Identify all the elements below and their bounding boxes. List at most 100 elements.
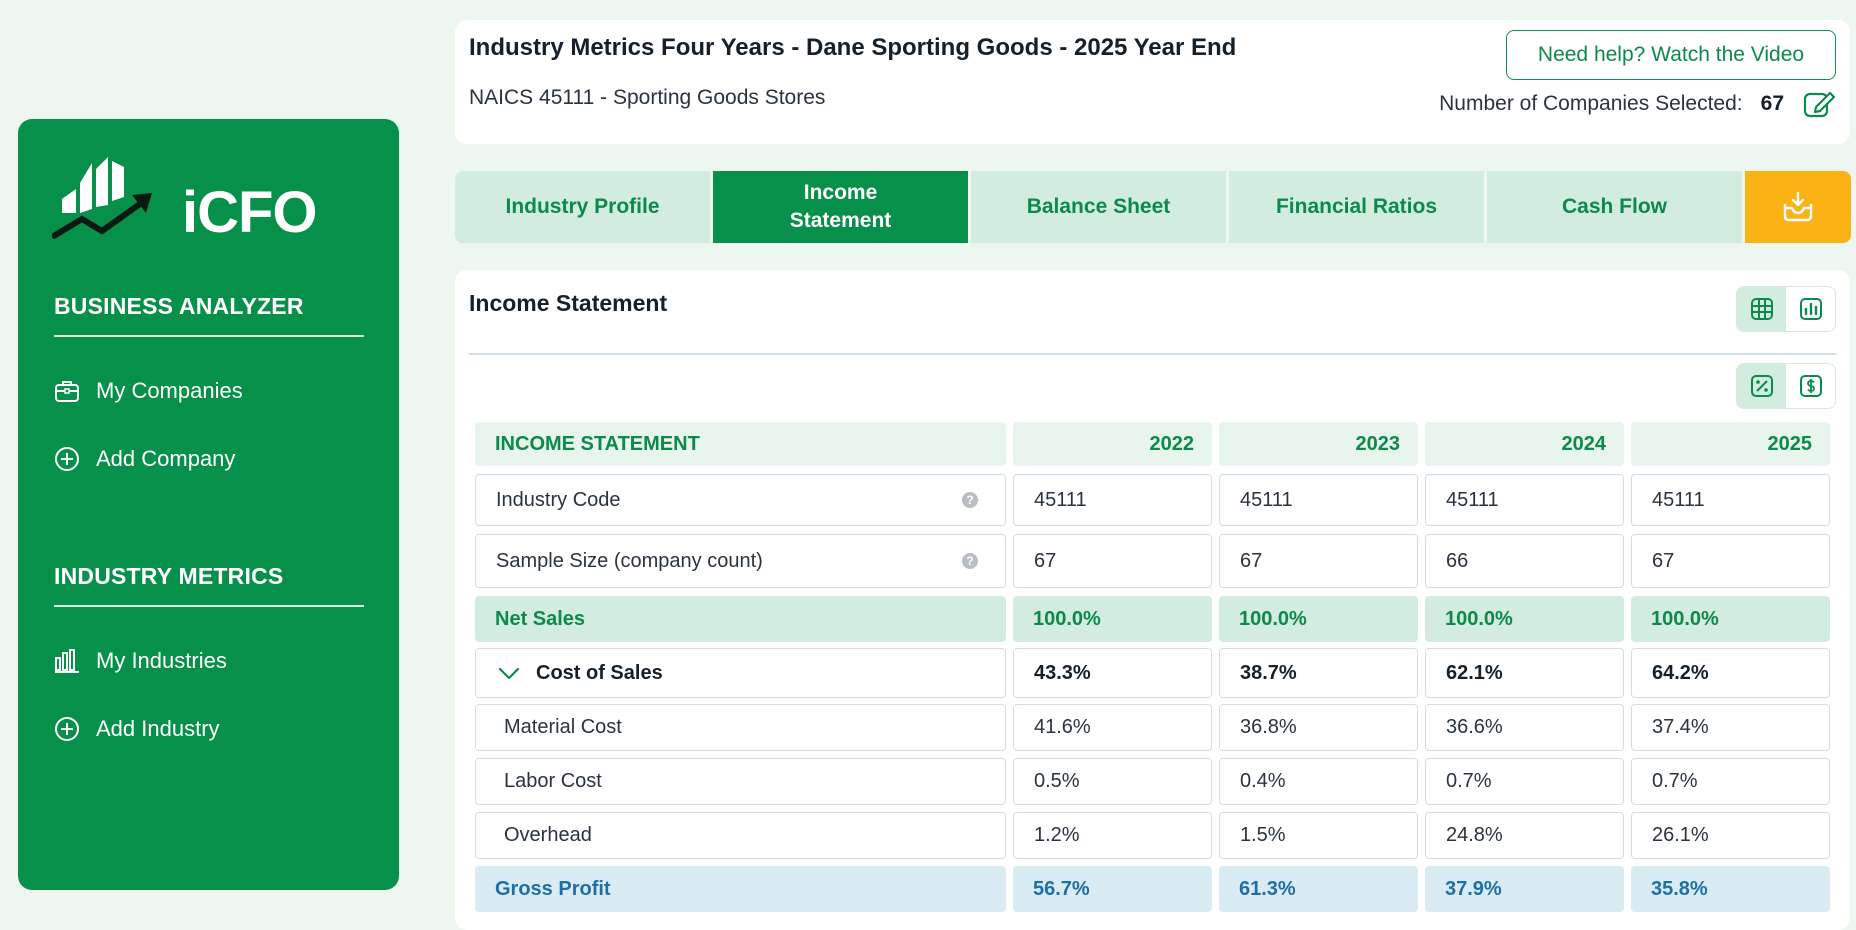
bar-chart-icon (1799, 298, 1822, 320)
nav-add-industry[interactable]: Add Industry (54, 709, 354, 749)
tab-balance-sheet[interactable]: Balance Sheet (971, 171, 1226, 243)
table-row-net-sales: Net Sales 100.0% 100.0% 100.0% 100.0% (475, 596, 1830, 642)
value-cell: 1.5% (1219, 812, 1418, 859)
table-row: Material Cost 41.6% 36.8% 36.6% 37.4% (475, 704, 1830, 751)
tab-financial-ratios[interactable]: Financial Ratios (1229, 171, 1484, 243)
value-cell: 36.6% (1425, 704, 1624, 751)
value-cell: 35.8% (1631, 866, 1830, 912)
briefcase-icon (55, 381, 79, 402)
income-statement-card: Income Statement INCOME STATEMENT 2022 2… (455, 270, 1850, 930)
column-header-year: 2022 (1013, 422, 1212, 466)
help-icon[interactable]: ? (961, 552, 979, 570)
table-row: Overhead 1.2% 1.5% 24.8% 26.1% (475, 812, 1830, 859)
value-cell: 66 (1425, 534, 1624, 588)
percent-icon (1750, 375, 1773, 397)
value-cell: 67 (1219, 534, 1418, 588)
value-cell: 37.9% (1425, 866, 1624, 912)
row-label: Labor Cost (475, 758, 1006, 805)
nav-label: My Industries (96, 648, 227, 673)
dollar-view-button[interactable] (1786, 364, 1835, 408)
companies-selected-label: Number of Companies Selected: (1439, 92, 1743, 115)
value-cell: 0.5% (1013, 758, 1212, 805)
dollar-icon (1799, 375, 1822, 397)
column-header: INCOME STATEMENT (475, 422, 1006, 466)
value-cell: 100.0% (1013, 596, 1212, 642)
nav-my-companies[interactable]: My Companies (54, 371, 354, 411)
value-cell: 45111 (1425, 474, 1624, 526)
percent-view-button[interactable] (1737, 364, 1786, 408)
svg-text:?: ? (966, 554, 973, 568)
value-cell: 45111 (1219, 474, 1418, 526)
sidebar: iCFO BUSINESS ANALYZER My Companies Add … (18, 119, 399, 890)
chevron-down-icon[interactable] (496, 660, 522, 686)
header-card: Industry Metrics Four Years - Dane Sport… (455, 20, 1850, 144)
value-cell: 36.8% (1219, 704, 1418, 751)
help-icon[interactable]: ? (961, 491, 979, 509)
tab-cash-flow[interactable]: Cash Flow (1487, 171, 1742, 243)
companies-selected: Number of Companies Selected: 67 (1439, 84, 1836, 124)
help-video-button[interactable]: Need help? Watch the Video (1506, 30, 1836, 80)
section-title: Income Statement (469, 290, 668, 316)
nav-label: Add Company (96, 446, 236, 471)
value-cell: 43.3% (1013, 648, 1212, 698)
value-cell: 38.7% (1219, 648, 1418, 698)
value-cell: 26.1% (1631, 812, 1830, 859)
row-label[interactable]: Cost of Sales (475, 648, 1006, 698)
nav-add-company[interactable]: Add Company (54, 439, 354, 479)
report-tabs: Industry Profile Income Statement Balanc… (455, 171, 1851, 243)
column-header-year: 2024 (1425, 422, 1624, 466)
nav-label: Add Industry (96, 716, 220, 741)
download-icon (1783, 191, 1813, 222)
value-cell: 45111 (1631, 474, 1830, 526)
companies-selected-count: 67 (1760, 92, 1784, 115)
value-cell: 37.4% (1631, 704, 1830, 751)
section-divider (54, 335, 364, 337)
section-divider (469, 353, 1836, 355)
nav-my-industries[interactable]: My Industries (54, 641, 354, 681)
value-cell: 0.7% (1631, 758, 1830, 805)
row-label: Material Cost (475, 704, 1006, 751)
view-toggle (1736, 286, 1836, 332)
section-title-business-analyzer: BUSINESS ANALYZER (54, 293, 304, 319)
row-label: Industry Code ? (475, 474, 1006, 526)
nav-label: My Companies (96, 378, 243, 403)
row-label-text: Industry Code (496, 488, 621, 511)
plus-circle-icon (55, 717, 79, 741)
value-cell: 0.7% (1425, 758, 1624, 805)
value-cell: 62.1% (1425, 648, 1624, 698)
value-cell: 56.7% (1013, 866, 1212, 912)
edit-icon[interactable] (1802, 87, 1836, 121)
table-row-cost-of-sales: Cost of Sales 43.3% 38.7% 62.1% 64.2% (475, 648, 1830, 698)
value-cell: 67 (1631, 534, 1830, 588)
value-cell: 64.2% (1631, 648, 1830, 698)
icfo-logo[interactable]: iCFO (50, 139, 318, 245)
table-header-row: INCOME STATEMENT 2022 2023 2024 2025 (475, 422, 1830, 466)
tab-industry-profile[interactable]: Industry Profile (455, 171, 710, 243)
table-view-button[interactable] (1737, 287, 1786, 331)
svg-text:?: ? (966, 493, 973, 507)
value-cell: 100.0% (1219, 596, 1418, 642)
unit-toggle (1736, 363, 1836, 409)
logo-text: iCFO (182, 180, 318, 245)
value-cell: 41.6% (1013, 704, 1212, 751)
column-header-year: 2025 (1631, 422, 1830, 466)
section-divider (54, 605, 364, 607)
table-row-gross-profit: Gross Profit 56.7% 61.3% 37.9% 35.8% (475, 866, 1830, 912)
bar-chart-icon (55, 649, 79, 673)
row-label: Gross Profit (475, 866, 1006, 912)
column-header-year: 2023 (1219, 422, 1418, 466)
value-cell: 61.3% (1219, 866, 1418, 912)
logo-chart-icon (50, 157, 152, 240)
value-cell: 24.8% (1425, 812, 1624, 859)
value-cell: 67 (1013, 534, 1212, 588)
value-cell: 45111 (1013, 474, 1212, 526)
chart-view-button[interactable] (1786, 287, 1835, 331)
tab-income-statement[interactable]: Income Statement (713, 171, 968, 243)
section-title-industry-metrics: INDUSTRY METRICS (54, 563, 284, 589)
table-grid-icon (1750, 298, 1773, 320)
row-label-text: Sample Size (company count) (496, 549, 763, 572)
industry-subtitle: NAICS 45111 - Sporting Goods Stores (469, 86, 826, 109)
value-cell: 100.0% (1631, 596, 1830, 642)
download-button[interactable] (1745, 171, 1851, 243)
table-row: Industry Code ? 45111 45111 45111 45111 (475, 474, 1830, 526)
